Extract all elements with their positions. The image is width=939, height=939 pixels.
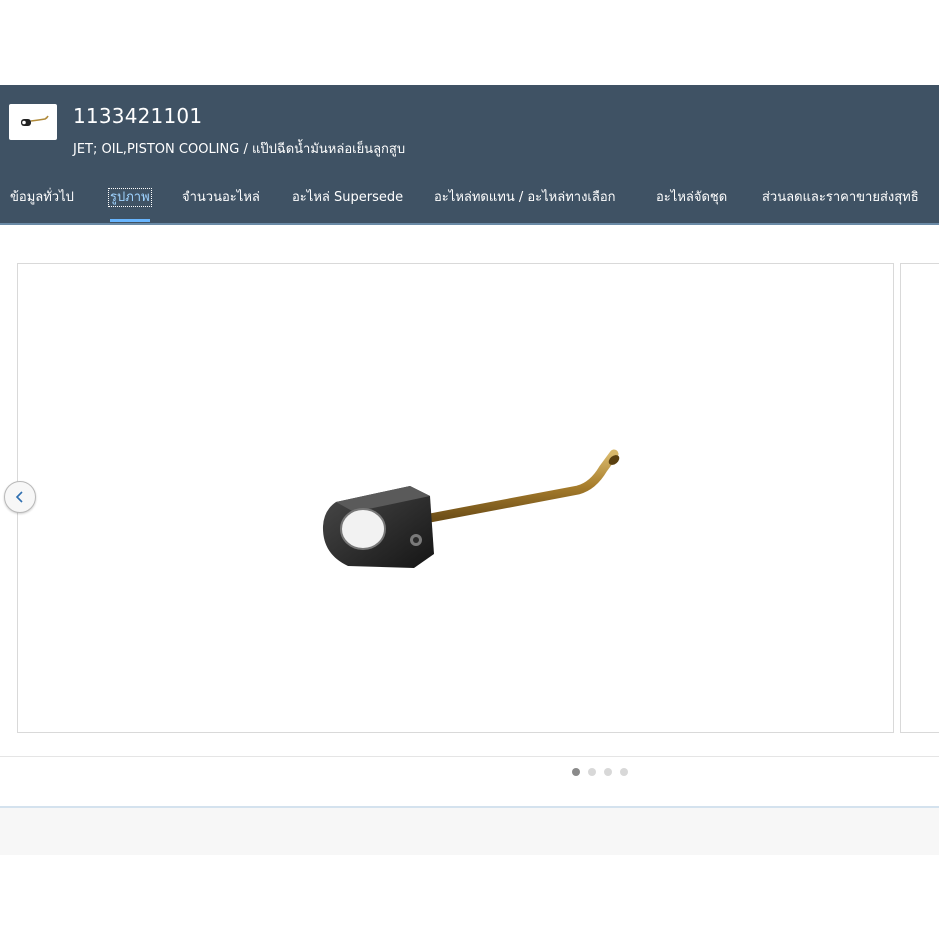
tab-part-quantity[interactable]: จำนวนอะไหล่: [182, 186, 260, 217]
product-thumbnail[interactable]: [9, 104, 57, 140]
tab-supersede-parts[interactable]: อะไหล่ Supersede: [292, 186, 403, 217]
part-description: JET; OIL,PISTON COOLING / แป๊ปฉีดน้ำมันห…: [73, 142, 406, 157]
next-slide-preview: [900, 263, 939, 733]
footer-band: [0, 806, 939, 855]
image-carousel-slide: [17, 263, 894, 733]
carousel-dot[interactable]: [572, 768, 580, 776]
active-tab-indicator: [110, 219, 150, 222]
chevron-left-icon: [15, 491, 23, 503]
part-number-title: 1133421101: [73, 104, 203, 128]
carousel-prev-button[interactable]: [4, 481, 36, 513]
product-image: [322, 449, 620, 568]
tab-images[interactable]: รูปภาพ: [108, 186, 152, 217]
carousel-dot[interactable]: [588, 768, 596, 776]
tab-bar: ข้อมูลทั่วไป รูปภาพ จำนวนอะไหล่ อะไหล่ S…: [0, 186, 939, 220]
tab-discount-pricing[interactable]: ส่วนลดและราคาขายส่งสุทธิ: [762, 186, 919, 217]
tab-general-info[interactable]: ข้อมูลทั่วไป: [10, 186, 74, 217]
tab-alternative-parts[interactable]: อะไหล่ทดแทน / อะไหล่ทางเลือก: [434, 186, 616, 217]
carousel-dot[interactable]: [604, 768, 612, 776]
carousel-dot[interactable]: [620, 768, 628, 776]
section-divider: [0, 756, 939, 757]
tab-part-kits[interactable]: อะไหล่จัดชุด: [656, 186, 727, 217]
